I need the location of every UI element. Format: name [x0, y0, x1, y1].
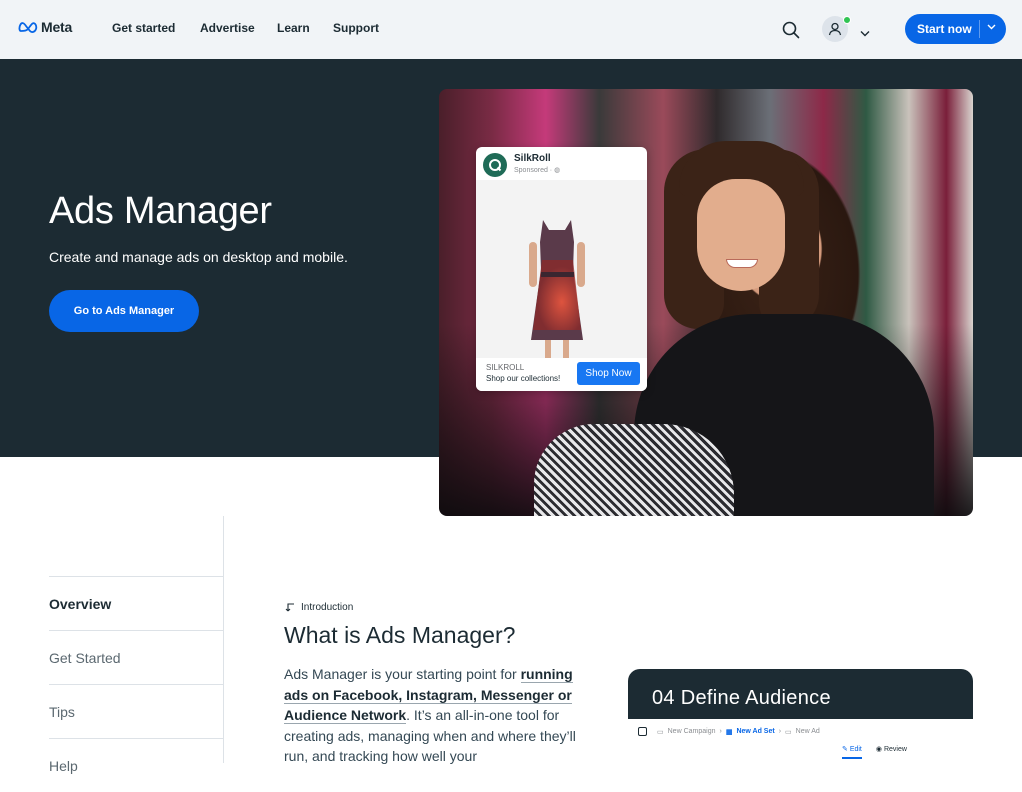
top-nav: Meta Get started Advertise Learn Support… [0, 0, 1022, 59]
sidebar-item-label: Tips [49, 704, 75, 720]
nav-link-advertise[interactable]: Advertise [200, 21, 255, 35]
define-audience-card: 04 Define Audience ▭ New Campaign › ▦ Ne… [628, 669, 973, 763]
globe-icon: ◍ [554, 167, 561, 174]
online-status-dot [843, 16, 851, 24]
section-title: What is Ads Manager? [284, 622, 516, 648]
sidebar-item-label: Overview [49, 596, 112, 612]
chevron-down-icon[interactable] [860, 24, 870, 42]
nav-link-get-started[interactable]: Get started [112, 21, 175, 35]
photo-face [697, 179, 785, 291]
breadcrumb-ad: New Ad [795, 728, 820, 735]
hero-subtitle: Create and manage ads on desktop and mob… [49, 249, 348, 265]
ads-manager-preview: ▭ New Campaign › ▦ New Ad Set › ▭ New Ad… [628, 719, 973, 763]
ad-page-name: SilkRoll [514, 153, 551, 164]
sidebar-divider [223, 516, 224, 763]
ad-icon: ▭ [785, 728, 792, 736]
meta-logo[interactable]: Meta [18, 19, 72, 35]
intro-eyebrow-label: Introduction [301, 602, 354, 613]
ad-tagline: Shop our collections! [486, 374, 561, 383]
page-title: Ads Manager [49, 190, 272, 232]
nav-link-support[interactable]: Support [333, 21, 379, 35]
sidebar-item-tips[interactable]: Tips [49, 684, 223, 738]
silkroll-logo-icon [483, 153, 507, 177]
meta-infinity-icon [18, 22, 38, 33]
breadcrumb: ▭ New Campaign › ▦ New Ad Set › ▭ New Ad [638, 727, 820, 736]
define-audience-title: 04 Define Audience [652, 687, 831, 709]
sidebar-item-get-started[interactable]: Get Started [49, 630, 223, 684]
breadcrumb-ad-set: New Ad Set [736, 728, 775, 735]
button-divider [979, 20, 980, 38]
sidebar-item-label: Help [49, 758, 78, 774]
ad-preview-card: SilkRoll Sponsored · ◍ SILKROLL Shop our… [476, 147, 647, 391]
ad-sponsored-text: Sponsored · [514, 167, 555, 174]
sidebar-item-label: Get Started [49, 650, 121, 666]
sidebar-item-help[interactable]: Help [49, 738, 223, 792]
nav-link-learn[interactable]: Learn [277, 21, 310, 35]
grid-icon: ▦ [725, 728, 733, 736]
tab-review[interactable]: ◉ Review [876, 745, 907, 759]
chevron-right-icon: › [719, 728, 722, 735]
shop-now-button[interactable]: Shop Now [577, 362, 640, 385]
tab-edit-label: Edit [849, 746, 862, 753]
breadcrumb-campaign: New Campaign [667, 728, 716, 735]
ad-footer: SILKROLL Shop our collections! Shop Now [476, 358, 647, 391]
meta-logo-text: Meta [41, 19, 73, 35]
tab-edit[interactable]: ✎ Edit [842, 745, 862, 759]
chevron-down-icon [987, 24, 996, 30]
chevron-right-icon: › [778, 728, 782, 735]
photo-folded-cloth [534, 424, 734, 516]
search-icon[interactable] [781, 20, 801, 40]
intro-paragraph: Ads Manager is your starting point for r… [284, 664, 584, 767]
user-icon [828, 22, 842, 36]
photo-smile [726, 259, 758, 268]
intro-lead-text: Ads Manager is your starting point for [284, 666, 521, 682]
start-now-label: Start now [917, 22, 972, 36]
dress-image [529, 220, 585, 360]
intro-eyebrow: Introduction [285, 602, 353, 613]
tab-review-label: Review [883, 746, 907, 753]
edit-review-tabs: ✎ Edit ◉ Review [842, 745, 907, 759]
ad-header: SilkRoll Sponsored · ◍ [476, 147, 647, 180]
go-to-ads-manager-button[interactable]: Go to Ads Manager [49, 290, 199, 332]
ad-brand-caption: SILKROLL [486, 363, 525, 372]
ad-product-image [476, 180, 647, 360]
folder-icon: ▭ [657, 728, 664, 736]
ad-sponsored-label: Sponsored · ◍ [514, 166, 560, 174]
return-arrow-icon [285, 602, 294, 611]
sidebar-item-overview[interactable]: Overview [49, 576, 223, 630]
start-now-button[interactable]: Start now [905, 14, 1006, 44]
sidebar-toggle-icon [638, 727, 647, 736]
